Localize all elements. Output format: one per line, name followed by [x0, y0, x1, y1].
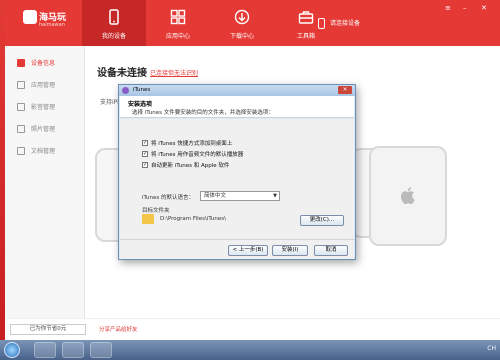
- dialog-body: ✓ 将 iTunes 快捷方式添加到桌面上 ✓ 将 iTunes 用作音频文件的…: [120, 119, 354, 239]
- option-label: 将 iTunes 用作音频文件的默认播放器: [151, 152, 244, 158]
- language-value: 简体中文: [204, 193, 227, 199]
- nav-label: 下载中心: [229, 33, 254, 40]
- sidebar-item-document-manage[interactable]: 文档管理: [5, 140, 85, 162]
- page-title: 设备未连接: [97, 68, 147, 79]
- toolbox-icon: [298, 11, 314, 24]
- sidebar-item-label: 设备信息: [31, 60, 56, 67]
- device-info-icon: [17, 59, 25, 67]
- folder-path: D:\Program Files\iTunes\: [160, 216, 226, 222]
- dialog-title-bar: iTunes ✕: [119, 85, 355, 96]
- device-illustration-ipad: [369, 146, 447, 246]
- dialog-close-icon[interactable]: ✕: [338, 86, 352, 94]
- logo-subtitle: haimawan: [39, 22, 65, 28]
- savings-badge: 已为你节省0元: [10, 324, 86, 335]
- folder-icon: [142, 214, 154, 224]
- app-logo: 海马玩 haimawan: [23, 8, 66, 38]
- language-label: iTunes 的默认语言：: [142, 195, 195, 201]
- phone-outline-icon: [318, 18, 325, 29]
- taskbar-app-browser[interactable]: [62, 342, 84, 358]
- dialog-footer: < 上一步(B) 安装(I) 取消: [120, 239, 354, 259]
- taskbar: CH: [0, 340, 500, 360]
- sidebar-item-label: 照片管理: [31, 126, 56, 133]
- nav-my-device[interactable]: 我的设备: [82, 0, 146, 46]
- apps-grid-icon: [170, 9, 186, 25]
- sidebar-item-label: 影音管理: [31, 104, 56, 111]
- back-button[interactable]: < 上一步(B): [228, 245, 268, 256]
- option-label: 将 iTunes 快捷方式添加到桌面上: [151, 141, 233, 147]
- change-folder-button[interactable]: 更改(C)...: [300, 215, 344, 226]
- photo-icon: [17, 125, 25, 133]
- top-bar: 海马玩 haimawan 我的设备 应用中心 下载中心 工具箱 请连接设备 ≡ …: [5, 0, 500, 46]
- option-auto-update[interactable]: ✓ 自动更新 iTunes 和 Apple 软件: [142, 161, 342, 170]
- minimize-icon[interactable]: –: [463, 4, 467, 12]
- taskbar-app-haimawan[interactable]: [34, 342, 56, 358]
- nav-app-center[interactable]: 应用中心: [146, 0, 210, 46]
- dialog-header: 安装选项 选择 iTunes 文件要安装的目的文件夹，并选择安装选项：: [120, 96, 354, 118]
- itunes-install-dialog: iTunes ✕ 安装选项 选择 iTunes 文件要安装的目的文件夹，并选择安…: [118, 84, 356, 260]
- connect-device-button[interactable]: 请连接设备: [318, 18, 360, 29]
- cancel-button[interactable]: 取消: [314, 245, 348, 256]
- itunes-icon: [122, 87, 129, 94]
- close-icon[interactable]: ✕: [481, 4, 487, 12]
- connected-but-unrecognized-link[interactable]: 已连接但无法识别: [150, 68, 198, 77]
- document-icon: [17, 147, 25, 155]
- sidebar-item-media-manage[interactable]: 影音管理: [5, 96, 85, 118]
- dialog-heading: 安装选项: [128, 101, 153, 108]
- connect-label: 请连接设备: [330, 20, 361, 27]
- sidebar: 设备信息 应用管理 影音管理 照片管理 文档管理: [5, 46, 85, 318]
- phone-icon: [109, 9, 119, 25]
- settings-menu-icon[interactable]: ≡: [445, 4, 451, 12]
- checkbox-checked-icon[interactable]: ✓: [142, 162, 148, 168]
- start-button[interactable]: [4, 342, 20, 358]
- sidebar-item-app-manage[interactable]: 应用管理: [5, 74, 85, 96]
- music-icon: [17, 103, 25, 111]
- apple-logo-icon: [401, 187, 415, 205]
- nav-label: 工具箱: [296, 33, 315, 40]
- sidebar-item-label: 文档管理: [31, 148, 56, 155]
- nav-download-center[interactable]: 下载中心: [210, 0, 274, 46]
- sidebar-item-photo-manage[interactable]: 照片管理: [5, 118, 85, 140]
- dialog-window-title: iTunes: [133, 87, 151, 93]
- taskbar-app-itunes[interactable]: [90, 342, 112, 358]
- logo-icon: [23, 10, 37, 24]
- nav-label: 我的设备: [101, 33, 126, 40]
- option-desktop-shortcut[interactable]: ✓ 将 iTunes 快捷方式添加到桌面上: [142, 139, 342, 148]
- checkbox-checked-icon[interactable]: ✓: [142, 151, 148, 157]
- option-default-player[interactable]: ✓ 将 iTunes 用作音频文件的默认播放器: [142, 150, 342, 159]
- checkbox-checked-icon[interactable]: ✓: [142, 140, 148, 146]
- share-with-friends-link[interactable]: 分享产品给好友: [99, 325, 138, 333]
- sidebar-item-label: 应用管理: [31, 82, 56, 89]
- sidebar-item-device-info[interactable]: 设备信息: [5, 52, 85, 74]
- language-select[interactable]: 简体中文 ▼: [200, 191, 280, 201]
- system-tray[interactable]: CH: [487, 345, 496, 352]
- install-button[interactable]: 安装(I): [272, 245, 308, 256]
- folder-label: 目标文件夹: [142, 208, 170, 214]
- app-manage-icon: [17, 81, 25, 89]
- download-icon: [234, 9, 250, 25]
- option-label: 自动更新 iTunes 和 Apple 软件: [151, 163, 230, 169]
- chevron-down-icon: ▼: [273, 193, 277, 199]
- status-bar: 已为你节省0元 分享产品给好友: [5, 318, 500, 340]
- dialog-subheading: 选择 iTunes 文件要安装的目的文件夹，并选择安装选项：: [132, 110, 274, 116]
- nav-label: 应用中心: [165, 33, 190, 40]
